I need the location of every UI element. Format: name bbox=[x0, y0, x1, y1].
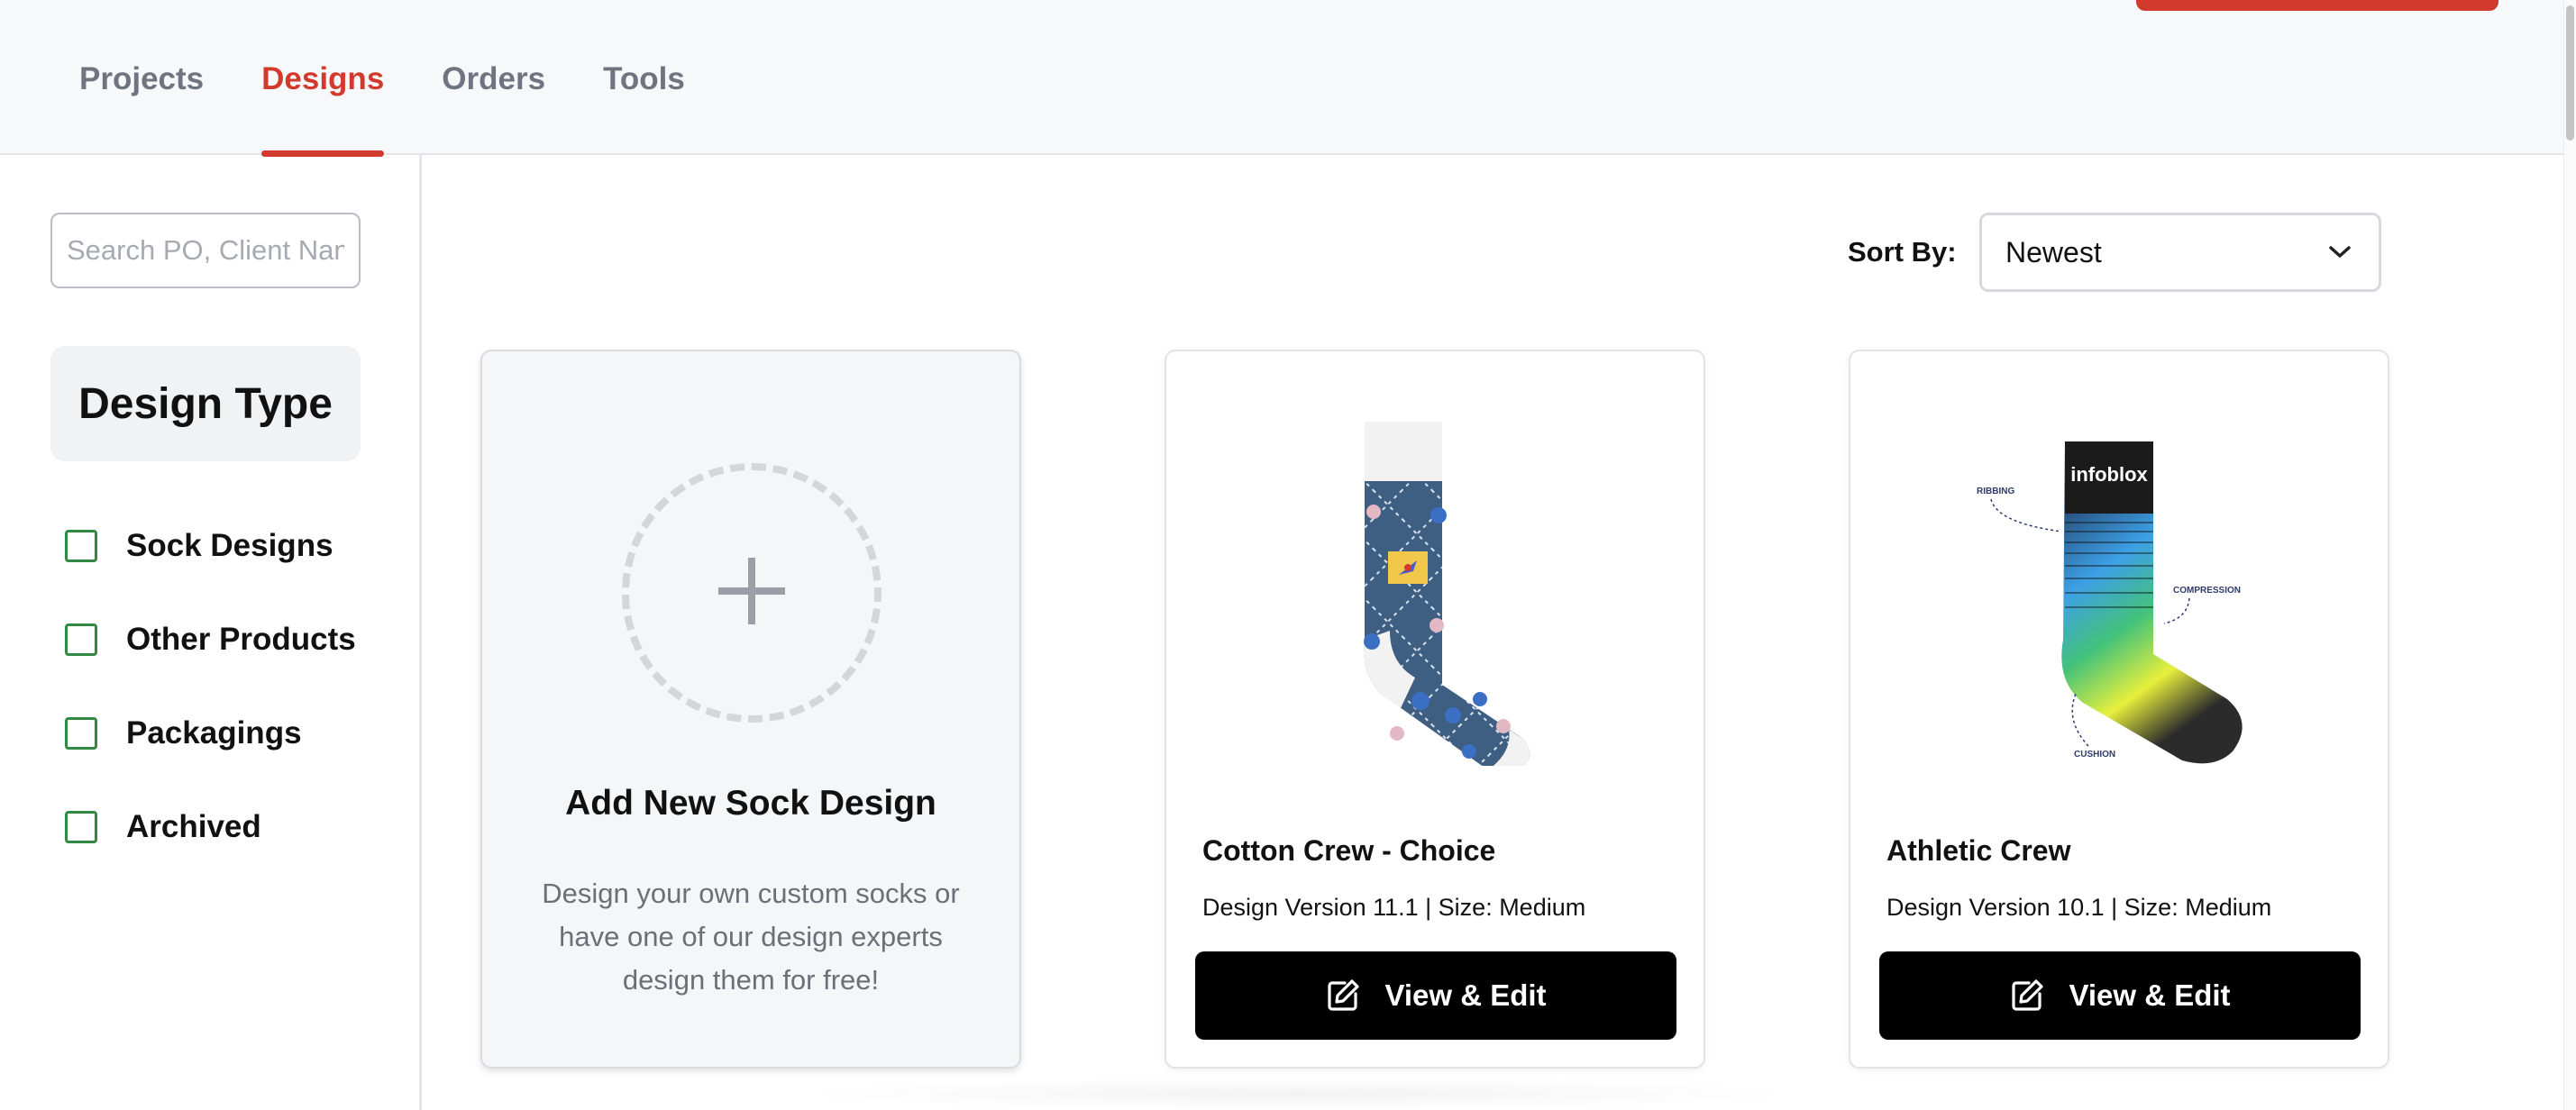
filter-label: Other Products bbox=[126, 622, 356, 657]
tab-label: Tools bbox=[603, 61, 685, 96]
add-new-design-card[interactable]: Add New Sock Design Design your own cust… bbox=[480, 350, 1021, 1069]
tab-projects[interactable]: Projects bbox=[79, 0, 204, 155]
sock-image bbox=[1166, 387, 1704, 769]
view-edit-button[interactable]: View & Edit bbox=[1195, 951, 1676, 1040]
filter-packagings[interactable]: Packagings bbox=[65, 687, 356, 780]
add-circle bbox=[622, 463, 882, 723]
sort-select[interactable]: Newest bbox=[1979, 213, 2381, 292]
design-card: Cotton Crew - Choice Design Version 11.1… bbox=[1165, 350, 1705, 1069]
design-title: Athletic Crew bbox=[1886, 834, 2071, 867]
search-input[interactable] bbox=[50, 213, 361, 288]
page-scrollbar[interactable] bbox=[2563, 0, 2576, 1110]
sort-value: Newest bbox=[2005, 235, 2102, 268]
sock-brand-text: infoblox bbox=[2070, 463, 2148, 486]
tab-label: Designs bbox=[261, 61, 385, 96]
add-card-title: Add New Sock Design bbox=[565, 784, 936, 823]
filter-sock-designs[interactable]: Sock Designs bbox=[65, 499, 356, 593]
chevron-down-icon bbox=[2325, 237, 2355, 268]
design-card: infoblox RIBBING COMPRESSION CUSHION Ath… bbox=[1849, 350, 2389, 1069]
gradient-athletic-sock-icon: infoblox RIBBING COMPRESSION CUSHION bbox=[1957, 387, 2281, 764]
sock-label-ribbing: RIBBING bbox=[1977, 487, 2014, 496]
tab-designs[interactable]: Designs bbox=[261, 0, 385, 157]
filter-heading: Design Type bbox=[50, 346, 361, 461]
design-subtitle: Design Version 11.1 | Size: Medium bbox=[1202, 894, 1586, 921]
nav-tabs: Projects Designs Orders Tools bbox=[79, 0, 743, 157]
checkbox[interactable] bbox=[65, 623, 97, 656]
filter-sidebar: Design Type Sock Designs Other Products … bbox=[0, 155, 422, 1110]
checkbox[interactable] bbox=[65, 717, 97, 750]
button-label: View & Edit bbox=[1384, 978, 1547, 1012]
design-title: Cotton Crew - Choice bbox=[1202, 834, 1496, 867]
plus-icon bbox=[718, 557, 785, 629]
tab-label: Projects bbox=[79, 61, 205, 96]
view-edit-button[interactable]: View & Edit bbox=[1879, 951, 2361, 1040]
top-action-button[interactable] bbox=[2136, 0, 2498, 11]
add-card-description: Design your own custom socks or have one… bbox=[542, 878, 960, 996]
edit-icon bbox=[2009, 978, 2045, 1014]
sock-label-compression: COMPRESSION bbox=[2173, 586, 2241, 596]
filter-label: Packagings bbox=[126, 715, 302, 751]
top-nav-bar: Projects Designs Orders Tools bbox=[0, 0, 2576, 157]
button-label: View & Edit bbox=[2069, 978, 2231, 1012]
checkbox[interactable] bbox=[65, 530, 97, 562]
design-type-filters: Sock Designs Other Products Packagings A… bbox=[65, 499, 356, 874]
edit-icon bbox=[1325, 978, 1361, 1014]
tab-label: Orders bbox=[442, 61, 546, 96]
floating-panel-shadow bbox=[793, 1078, 1803, 1110]
tab-orders[interactable]: Orders bbox=[442, 0, 545, 155]
filter-label: Archived bbox=[126, 809, 261, 844]
scrollbar-thumb[interactable] bbox=[2566, 5, 2574, 141]
sort-label: Sort By: bbox=[1848, 236, 1957, 268]
tab-tools[interactable]: Tools bbox=[603, 0, 685, 155]
filter-other-products[interactable]: Other Products bbox=[65, 593, 356, 687]
sock-label-cushion: CUSHION bbox=[2074, 750, 2115, 760]
sock-image: infoblox RIBBING COMPRESSION CUSHION bbox=[1850, 387, 2388, 764]
navy-basketball-sock-icon bbox=[1300, 387, 1570, 769]
checkbox[interactable] bbox=[65, 811, 97, 843]
filter-label: Sock Designs bbox=[126, 528, 333, 563]
design-subtitle: Design Version 10.1 | Size: Medium bbox=[1886, 894, 2272, 921]
filter-archived[interactable]: Archived bbox=[65, 780, 356, 874]
